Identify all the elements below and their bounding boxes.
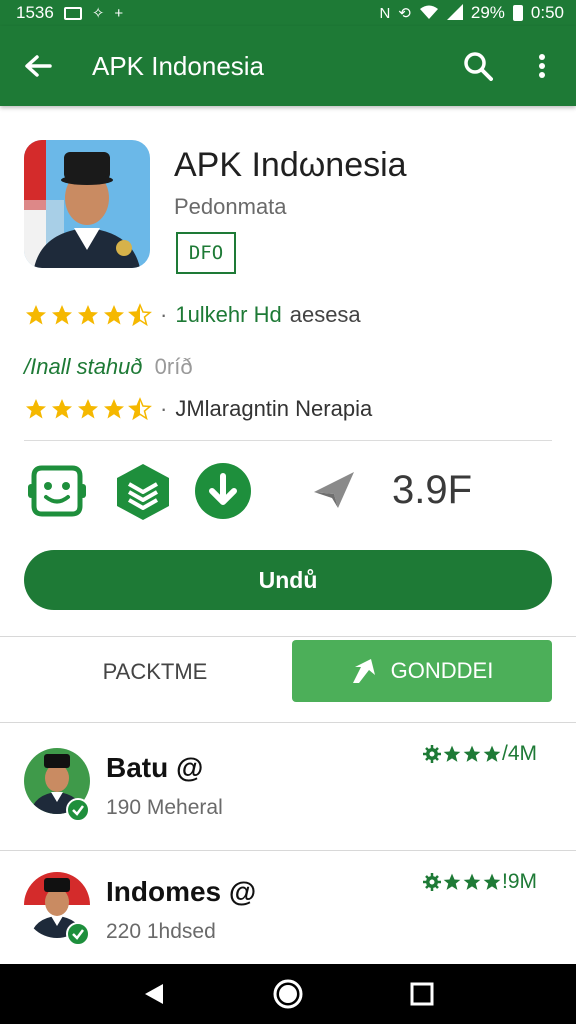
battery-percent: 29% [470,3,505,22]
star-icon [104,305,124,325]
rating-stars [24,303,152,327]
content-rating-badge: DFO [176,232,236,274]
star-icon [483,745,501,762]
status-clock: 0:50 [530,3,564,22]
list-item-subtitle: 190 Meheral [106,796,223,819]
rating-row: · 1ulkehr Hd aesesa [24,302,361,328]
tabs-divider-bottom [0,722,576,723]
app-bar: APK Indonesia [0,26,576,106]
star-icon [78,399,98,419]
separator-dot: · [160,396,168,421]
tabs-divider-top [0,636,576,637]
score-value: 3.9F [392,468,473,512]
nav-home-icon[interactable] [268,974,308,1014]
star-icon [483,873,501,890]
separator-dot: · [160,302,168,327]
star-icon [52,305,72,325]
battery-icon [512,5,523,21]
star-icon [104,399,124,419]
rating-row-suffix: aesesa [289,302,361,327]
star-icon [26,399,46,419]
list-item-rating: !9M [422,870,537,894]
rating-stars-2 [24,397,152,421]
navigation-arrow-icon [312,468,356,512]
more-vert-icon[interactable] [522,46,562,86]
nfc-icon: N [379,4,391,22]
nav-back-icon[interactable] [134,974,174,1014]
star-icon [52,399,72,419]
list-item-title: Batu @ [106,752,204,783]
developer-name[interactable]: Pedonmata [174,194,287,220]
list-item-subtitle: 220 1hdsed [106,920,216,943]
rating-row-2-text: JMlaragntin Nerapia [175,396,373,421]
notification-box-icon [63,6,82,20]
star-icon [463,873,481,890]
nav-recents-icon[interactable] [402,974,442,1014]
tab-gonddei-label: GONDDEI [390,658,494,683]
download-button[interactable]: Undů [24,550,552,610]
status-time-left: 1536 [16,3,54,22]
verified-badge-icon [66,922,90,946]
list-divider [0,850,576,851]
wifi-icon [419,4,439,23]
robot-face-icon[interactable] [26,462,88,520]
list-item-title: Indomes @ [106,876,257,907]
app-bar-title: APK Indonesia [92,50,265,81]
download-circle-icon[interactable] [194,462,256,520]
tab-gonddei[interactable]: GONDDEI [292,640,552,702]
verified-badge-icon [66,798,90,822]
star-icon [443,745,461,762]
sync-icon: ⟲ [398,4,411,22]
plus-notification-icon: + [114,4,124,22]
rating-row-2: · JMlaragntin Nerapia [24,396,372,422]
list-item-size: /4M [502,742,538,765]
search-icon[interactable] [458,46,498,86]
star-icon [463,745,481,762]
status-bar: 1536 ✧ + N ⟲ 29% 0:50 [0,0,576,26]
leaf-notification-icon: ✧ [91,4,105,22]
system-nav-bar [0,964,576,1024]
list-item[interactable]: Batu @ 190 Meheral /4M [0,724,576,844]
list-item-rating: /4M [422,742,537,766]
star-icon [443,873,461,890]
install-label: /Inall stahuð [24,354,143,379]
rating-row-text: 1ulkehr Hd [175,302,282,327]
list-item-size: !9M [502,870,538,893]
signal-icon [446,3,463,23]
back-arrow-icon[interactable] [0,26,76,106]
app-icon [24,140,150,268]
gear-icon [423,873,441,891]
app-name: APK Indωnesia [174,146,407,184]
list-item[interactable]: Indomes @ 220 1hdsed !9M [0,852,576,972]
gear-icon [423,745,441,763]
install-value: 0ríð [154,354,193,379]
star-icon [78,305,98,325]
layers-icon[interactable] [114,462,176,520]
divider [24,440,552,441]
half-star-icon [128,303,152,327]
half-star-icon [128,397,152,421]
tab-packtme[interactable]: PACKTME [24,640,286,704]
install-row: /Inall stahuð 0ríð [24,354,193,380]
star-icon [26,305,46,325]
send-arrow-icon [352,659,375,683]
